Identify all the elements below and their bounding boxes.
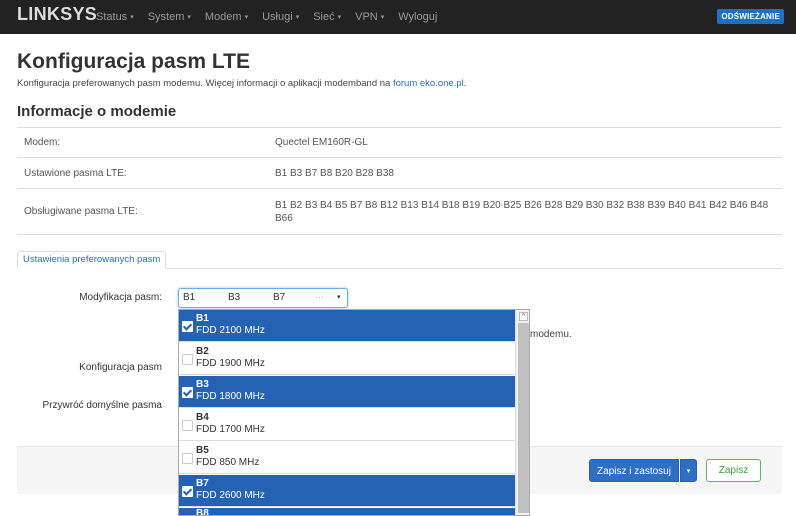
band-code: B4 xyxy=(196,412,209,423)
band-code: B2 xyxy=(196,346,209,357)
nav-services[interactable]: Usługi ▾ xyxy=(262,11,299,23)
nav-modem[interactable]: Modem ▾ xyxy=(205,11,248,23)
description-suffix: . xyxy=(463,78,467,89)
scrollbar-thumb[interactable] xyxy=(518,323,529,513)
set-bands-label: Ustawione pasma LTE: xyxy=(24,167,127,179)
checkbox-icon[interactable] xyxy=(182,420,193,431)
checkbox-icon[interactable] xyxy=(182,354,193,365)
chevron-down-icon: ▾ xyxy=(295,14,300,21)
band-option-b8[interactable]: B8 xyxy=(179,508,515,516)
set-bands-value: B1 B3 B7 B8 B20 B28 B38 xyxy=(275,167,394,179)
supported-bands-label: Obsługiwane pasma LTE: xyxy=(24,206,138,217)
page-description: Konfiguracja preferowanych pasm modemu. … xyxy=(17,78,466,89)
brand-logo[interactable]: LINKSYS xyxy=(17,4,97,25)
restore-default-label: Przywróć domyślne pasma xyxy=(42,400,162,411)
band-option-b5[interactable]: B5 FDD 850 MHz xyxy=(179,442,515,474)
more-indicator: ··· xyxy=(315,292,324,302)
checkbox-checked-icon[interactable] xyxy=(182,486,193,497)
chevron-down-icon: ▾ xyxy=(130,14,134,21)
nav-services-label: Usługi xyxy=(262,11,293,23)
hint-text: modemu. xyxy=(530,329,572,340)
selected-band-chip: B3 xyxy=(228,292,241,303)
modem-info-heading: Informacje o modemie xyxy=(17,103,177,120)
selected-band-chip: B1 xyxy=(183,292,196,303)
band-code: B5 xyxy=(196,445,209,456)
refresh-toggle-badge[interactable]: ODŚWIEŻANIE xyxy=(717,9,784,24)
band-option-b7[interactable]: B7 FDD 2600 MHz xyxy=(179,475,515,507)
main-nav: Status ▾ System ▾ Modem ▾ Usługi ▾ Sieć ▾ VPN… xyxy=(96,11,451,23)
page-title: Konfiguracja pasm LTE xyxy=(17,50,250,73)
band-code: B8 xyxy=(196,508,209,516)
modem-info-table: Modem: Quectel EM160R-GL Ustawione pasma… xyxy=(17,127,782,235)
modify-bands-label: Modyfikacja pasm: xyxy=(79,292,162,303)
checkbox-checked-icon[interactable] xyxy=(182,321,193,332)
modem-value: Quectel EM160R-GL xyxy=(275,137,368,148)
chevron-down-icon: ▾ xyxy=(337,294,341,301)
forum-link[interactable]: forum eko.one.pl xyxy=(393,78,464,89)
band-frequency: FDD 850 MHz xyxy=(196,457,260,468)
selected-band-chip: B7 xyxy=(273,292,286,303)
nav-network[interactable]: Sieć ▾ xyxy=(313,11,341,23)
band-frequency: FDD 1800 MHz xyxy=(196,391,265,402)
nav-logout[interactable]: Wyloguj xyxy=(398,11,437,23)
table-row: Ustawione pasma LTE: B1 B3 B7 B8 B20 B28… xyxy=(17,158,782,189)
nav-network-label: Sieć xyxy=(313,11,335,23)
nav-vpn-label: VPN xyxy=(355,11,378,23)
top-navbar: LINKSYS Status ▾ System ▾ Modem ▾ Usługi ▾ S… xyxy=(0,0,796,34)
description-text: Konfiguracja preferowanych pasm modemu. … xyxy=(17,78,393,89)
table-row: Modem: Quectel EM160R-GL xyxy=(17,128,782,158)
band-code: B7 xyxy=(196,478,209,489)
chevron-down-icon: ▾ xyxy=(187,14,191,21)
nav-system-label: System xyxy=(147,11,185,23)
config-bands-label: Konfiguracja pasm xyxy=(79,362,162,373)
band-option-b1[interactable]: B1 FDD 2100 MHz xyxy=(179,310,515,342)
band-frequency: FDD 1900 MHz xyxy=(196,358,265,369)
tab-preferred-bands[interactable]: Ustawienia preferowanych pasm xyxy=(17,251,167,269)
band-option-b4[interactable]: B4 FDD 1700 MHz xyxy=(179,409,515,441)
nav-status-label: Status xyxy=(96,11,128,23)
nav-vpn[interactable]: VPN ▾ xyxy=(355,11,384,23)
nav-status[interactable]: Status ▾ xyxy=(96,11,134,23)
nav-logout-label: Wyloguj xyxy=(398,11,438,23)
supported-bands-value: B1 B2 B3 B4 B5 B7 B8 B12 B13 B14 B18 B19… xyxy=(275,199,769,224)
scroll-up-arrow-icon[interactable]: ^ xyxy=(519,312,528,321)
band-code: B3 xyxy=(196,379,209,390)
modem-label: Modem: xyxy=(24,137,61,148)
chevron-down-icon: ▾ xyxy=(244,14,249,21)
bands-dropdown-list: B1 FDD 2100 MHz B2 FDD 1900 MHz B3 FDD 1… xyxy=(178,309,530,516)
save-button[interactable]: Zapisz xyxy=(706,459,761,482)
nav-system[interactable]: System ▾ xyxy=(148,11,191,23)
checkbox-checked-icon[interactable] xyxy=(182,387,193,398)
checkbox-icon[interactable] xyxy=(182,453,193,464)
band-frequency: FDD 1700 MHz xyxy=(196,424,265,435)
save-apply-dropdown-button[interactable]: ▾ xyxy=(680,459,697,482)
table-row: Obsługiwane pasma LTE: B1 B2 B3 B4 B5 B7… xyxy=(17,189,782,235)
save-apply-button[interactable]: Zapisz i zastosuj xyxy=(589,459,679,482)
chevron-down-icon: ▾ xyxy=(380,14,385,21)
band-code: B1 xyxy=(196,313,209,324)
dropdown-scrollbar[interactable]: ^ xyxy=(515,310,529,515)
nav-modem-label: Modem xyxy=(204,11,242,23)
band-frequency: FDD 2100 MHz xyxy=(196,325,265,336)
band-option-b3[interactable]: B3 FDD 1800 MHz xyxy=(179,376,515,408)
chevron-down-icon: ▾ xyxy=(337,14,342,21)
band-option-b2[interactable]: B2 FDD 1900 MHz xyxy=(179,343,515,375)
band-frequency: FDD 2600 MHz xyxy=(196,490,265,501)
bands-multiselect[interactable]: B1 B3 B7 ··· ▾ xyxy=(178,288,348,308)
